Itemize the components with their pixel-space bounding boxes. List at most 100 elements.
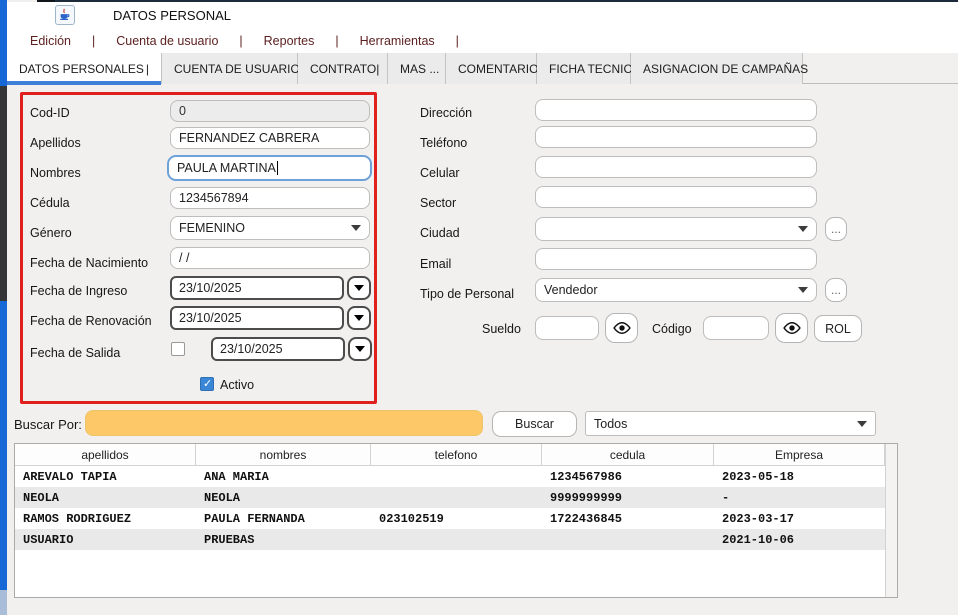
cod-id-field [170,100,370,122]
chevron-down-icon [798,226,808,232]
results-table: apellidosnombrestelefonocedulaEmpresa AR… [14,443,898,598]
chevron-down-icon [351,225,361,231]
tab-comentarios[interactable]: COMENTARIOS [446,53,537,84]
genero-label: Género [30,226,72,240]
fecha-salida-label: Fecha de Salida [30,346,120,360]
sueldo-eye-icon[interactable] [605,313,638,343]
celular-field[interactable] [535,156,817,178]
table-header-cell[interactable]: telefono [371,444,542,466]
nombres-label: Nombres [30,166,81,180]
table-cell: ANA MARIA [196,466,371,487]
tipo-personal-label: Tipo de Personal [420,287,514,301]
table-cell: 2021-10-06 [714,529,885,550]
activo-label: Activo [220,378,254,392]
codigo-field[interactable] [703,316,769,340]
direccion-field[interactable] [535,99,817,121]
tab-asignacion-de-campanas[interactable]: ASIGNACION DE CAMPAÑAS [631,53,803,84]
tipo-personal-combobox[interactable]: Vendedor [535,278,817,302]
java-coffee-icon [55,5,75,25]
menu-item-cuenta-de-usuario[interactable]: Cuenta de usuario [116,34,218,48]
search-filter-combobox[interactable]: Todos [585,411,876,436]
table-cell: 9999999999 [542,487,714,508]
cod-id-label: Cod-ID [30,106,70,120]
table-cell: PAULA FERNANDA [196,508,371,529]
fecha-nacimiento-field[interactable] [170,247,370,269]
table-cell: - [714,487,885,508]
table-cell: PRUEBAS [196,529,371,550]
table-row[interactable]: USUARIOPRUEBAS2021-10-06 [15,529,897,550]
fecha-renovacion-dropdown-button[interactable] [347,306,371,330]
fecha-salida-field[interactable]: 23/10/2025 [211,337,345,361]
table-header-row: apellidosnombrestelefonocedulaEmpresa [15,444,897,466]
menu-separator: | [335,34,338,48]
tab-contrato[interactable]: CONTRATO| [298,53,388,84]
ciudad-label: Ciudad [420,226,460,240]
desktop-edge-strip [0,0,7,615]
search-input[interactable] [85,410,483,436]
telefono-label: Teléfono [420,136,467,150]
chevron-down-icon [355,346,365,352]
table-cell: RAMOS RODRIGUEZ [15,508,196,529]
fecha-nacimiento-label: Fecha de Nacimiento [30,256,148,270]
text-caret [277,161,278,175]
fecha-ingreso-field[interactable]: 23/10/2025 [170,276,344,300]
sueldo-label: Sueldo [482,322,521,336]
table-header-cell[interactable]: cedula [542,444,714,466]
tab-cuenta-de-usuario[interactable]: CUENTA DE USUARIO [162,53,298,84]
table-header-cell[interactable]: Empresa [714,444,885,466]
tab-ficha-tecnica[interactable]: FICHA TECNICA [537,53,631,84]
window-title: DATOS PERSONAL [113,8,231,23]
telefono-field[interactable] [535,126,817,148]
menu-item-edicion[interactable]: Edición [30,34,71,48]
chevron-down-icon [354,285,364,291]
apellidos-field[interactable] [170,127,370,149]
genero-combobox[interactable]: FEMENINO [170,216,370,240]
activo-checkbox[interactable] [200,377,214,391]
table-scrollbar[interactable] [885,444,897,597]
menu-item-reportes[interactable]: Reportes [264,34,315,48]
table-cell: NEOLA [196,487,371,508]
table-row[interactable]: NEOLANEOLA9999999999- [15,487,897,508]
chevron-down-icon [857,421,867,427]
cedula-field[interactable] [170,187,370,209]
table-row[interactable]: RAMOS RODRIGUEZPAULA FERNANDA02310251917… [15,508,897,529]
buscar-button[interactable]: Buscar [492,411,577,437]
table-cell [371,529,542,550]
fecha-ingreso-dropdown-button[interactable] [347,276,371,300]
fecha-ingreso-label: Fecha de Ingreso [30,284,127,298]
rol-button[interactable]: ROL [814,315,862,342]
celular-label: Celular [420,166,460,180]
tab-datos-personales[interactable]: DATOS PERSONALES| [7,53,162,84]
codigo-eye-icon[interactable] [775,313,808,343]
email-field[interactable] [535,248,817,270]
table-cell [371,466,542,487]
fecha-salida-dropdown-button[interactable] [348,337,372,361]
table-cell: 2023-05-18 [714,466,885,487]
tipo-personal-more-button[interactable]: ... [825,278,847,302]
sector-label: Sector [420,196,456,210]
apellidos-label: Apellidos [30,136,81,150]
fecha-renovacion-field[interactable]: 23/10/2025 [170,306,344,330]
table-header-cell[interactable]: apellidos [15,444,196,466]
table-body: AREVALO TAPIAANA MARIA 12345679862023-05-… [15,466,897,550]
table-cell: 1234567986 [542,466,714,487]
table-cell [371,487,542,508]
email-label: Email [420,257,451,271]
menu-item-herramientas[interactable]: Herramientas [360,34,435,48]
sueldo-field[interactable] [535,316,599,340]
datos-personal-window: DATOS PERSONAL Edición | Cuenta de usuar… [0,0,958,615]
table-header-cell[interactable]: nombres [196,444,371,466]
table-cell: AREVALO TAPIA [15,466,196,487]
table-row[interactable]: AREVALO TAPIAANA MARIA 12345679862023-05-… [15,466,897,487]
ciudad-more-button[interactable]: ... [825,217,847,241]
tab-mas[interactable]: MAS ... [388,53,446,84]
menu-separator: | [92,34,95,48]
nombres-field[interactable]: PAULA MARTINA [167,155,372,181]
menu-separator: | [239,34,242,48]
sector-field[interactable] [535,186,817,208]
tab-bar: DATOS PERSONALES| CUENTA DE USUARIO CONT… [7,53,958,84]
table-cell: 023102519 [371,508,542,529]
ciudad-combobox[interactable] [535,217,817,241]
table-cell: 2023-03-17 [714,508,885,529]
fecha-salida-checkbox[interactable] [171,342,185,356]
